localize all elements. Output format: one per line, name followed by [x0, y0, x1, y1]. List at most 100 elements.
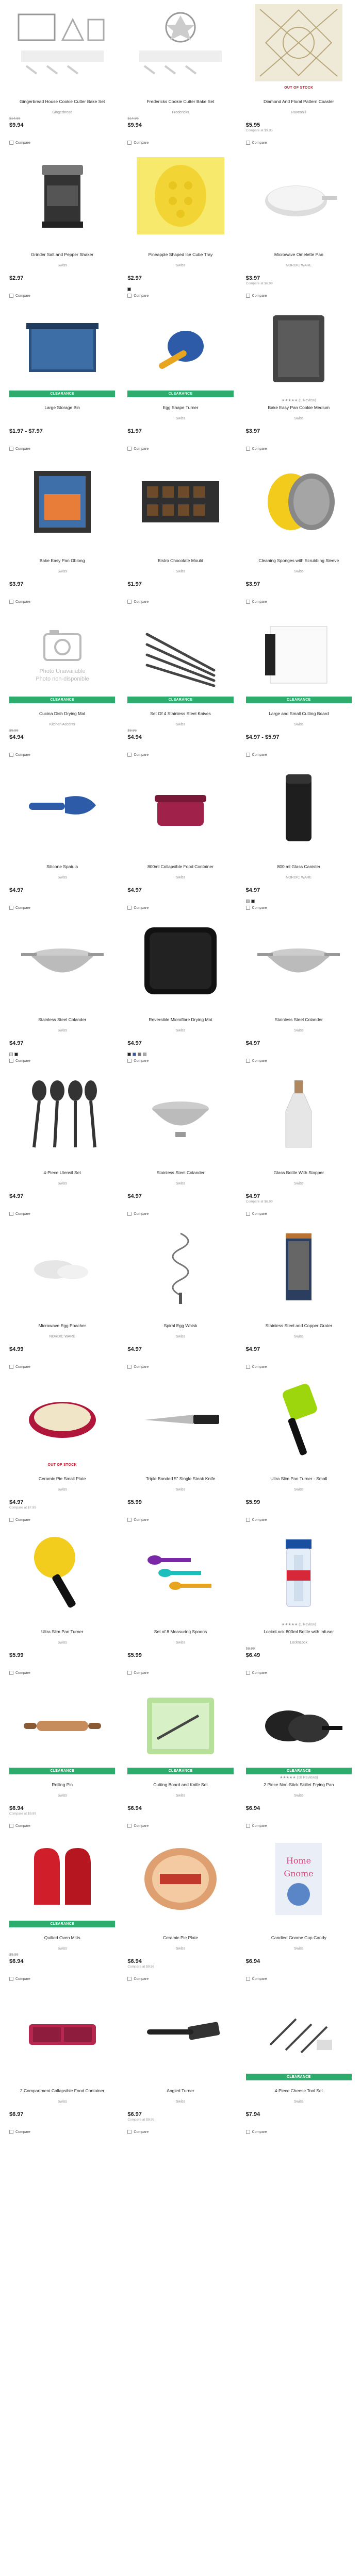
product-card[interactable]: CLEARANCE ★★★★★ (10 Reviews) 2 Piece Non-S… [245, 1683, 352, 1836]
checkbox-icon[interactable] [127, 1518, 132, 1522]
product-name[interactable]: Candied Gnome Cup Candy [246, 1935, 352, 1946]
checkbox-icon[interactable] [245, 906, 250, 910]
color-swatch[interactable] [127, 1053, 132, 1056]
product-name[interactable]: Bake Easy Pan Cookie Medium [246, 405, 352, 416]
product-image[interactable] [9, 2, 115, 83]
product-image[interactable] [246, 461, 352, 543]
compare-checkbox[interactable]: Compare [245, 1671, 352, 1675]
product-card[interactable]: ★★★★★ (1 Review) Bake Easy Pan Cookie Med… [245, 306, 352, 459]
checkbox-icon[interactable] [127, 600, 132, 604]
product-card[interactable]: OUT OF STOCK Diamond And Floral Pattern C… [245, 0, 352, 153]
product-image[interactable] [127, 461, 233, 543]
checkbox-icon[interactable] [245, 141, 250, 145]
product-card[interactable]: 800 ml Glass Canister NORDIC WARE $4.97 Com… [245, 765, 352, 918]
product-image[interactable] [246, 920, 352, 1002]
color-swatch[interactable] [251, 900, 255, 903]
product-card[interactable]: CLEARANCE Large Storage Bin $1.97 - $7.97 C… [9, 306, 116, 459]
product-name[interactable]: Ceramic Pie Small Plate [9, 1476, 115, 1487]
checkbox-icon[interactable] [9, 1365, 13, 1369]
checkbox-icon[interactable] [9, 1977, 13, 1981]
compare-checkbox[interactable]: Compare [9, 1059, 115, 1063]
compare-checkbox[interactable]: Compare [245, 1059, 352, 1063]
product-card[interactable]: Stainless Steel Colander Swiss $4.97 Compar… [245, 918, 352, 1071]
product-name[interactable]: Microwave Egg Poacher [9, 1323, 115, 1334]
product-image[interactable] [9, 1226, 115, 1308]
compare-checkbox[interactable]: Compare [245, 1824, 352, 1828]
product-card[interactable]: Microwave Egg Poacher NORDIC WARE $4.99 Com… [9, 1224, 115, 1377]
compare-checkbox[interactable]: Compare [127, 1824, 233, 1828]
product-card[interactable]: Triple Bonded 5" Single Steak Knife Swiss… [127, 1377, 233, 1530]
product-image[interactable] [127, 1991, 233, 2073]
product-card[interactable]: ★★★★★ (1 Review) LocknLock 800ml Bottle w… [245, 1530, 352, 1683]
product-card[interactable]: Bake Easy Pan Oblong Swiss $3.97 Compare [9, 459, 115, 612]
checkbox-icon[interactable] [127, 141, 132, 145]
product-name[interactable]: Ceramic Pie Plate [127, 1935, 233, 1946]
checkbox-icon[interactable] [127, 1212, 132, 1216]
color-swatch[interactable] [133, 1053, 137, 1056]
color-swatch[interactable] [143, 1053, 147, 1056]
checkbox-icon[interactable] [245, 1824, 250, 1828]
product-card[interactable]: Angled Turner Swiss $6.97 Compare at $9.99 C… [127, 1989, 233, 2142]
product-name[interactable]: 4-Piece Cheese Tool Set [246, 2088, 352, 2099]
product-card[interactable]: CLEARANCE 4-Piece Cheese Tool Set Swiss $7.… [245, 1989, 352, 2142]
product-image[interactable] [127, 767, 233, 849]
product-name[interactable]: Egg Shape Turner [127, 405, 233, 416]
product-image[interactable] [246, 308, 352, 389]
product-name[interactable]: Fredericks Cookie Cutter Bake Set [127, 99, 233, 110]
compare-checkbox[interactable]: Compare [9, 906, 115, 910]
checkbox-icon[interactable] [9, 753, 13, 757]
product-image[interactable] [9, 1532, 115, 1614]
product-card[interactable]: Glass Bottle With Stopper Swiss $4.97 Compa… [245, 1071, 352, 1224]
compare-checkbox[interactable]: Compare [127, 600, 233, 604]
product-card[interactable]: Stainless Steel Colander Swiss $4.97 Compar… [127, 1071, 233, 1224]
product-name[interactable]: 4-Piece Utensil Set [9, 1170, 115, 1181]
compare-checkbox[interactable]: Compare [245, 753, 352, 757]
checkbox-icon[interactable] [245, 753, 250, 757]
checkbox-icon[interactable] [9, 600, 13, 604]
product-name[interactable]: Stainless Steel Colander [127, 1170, 233, 1181]
product-card[interactable]: Ultra Slim Pan Turner - Small Swiss $5.99 C… [245, 1377, 352, 1530]
product-image[interactable] [127, 1379, 233, 1461]
checkbox-icon[interactable] [9, 1059, 13, 1063]
product-card[interactable]: Ceramic Pie Plate Swiss $6.94 Compare at $9… [127, 1836, 233, 1989]
compare-checkbox[interactable]: Compare [245, 141, 352, 145]
product-image[interactable] [246, 1532, 352, 1614]
product-card[interactable]: Stainless Steel Colander Swiss $4.97 Compar… [9, 918, 115, 1071]
product-name[interactable]: 800ml Collapsible Food Container [127, 864, 233, 875]
product-name[interactable]: Quilted Oven Mitts [9, 1935, 115, 1946]
compare-checkbox[interactable]: Compare [9, 1365, 115, 1369]
product-card[interactable]: Pineapple Shaped Ice Cube Tray Swiss $2.97… [127, 153, 233, 306]
product-card[interactable]: 2 Compartment Collapsible Food Container… [9, 1989, 115, 2142]
compare-checkbox[interactable]: Compare [127, 1671, 233, 1675]
product-name[interactable]: Pineapple Shaped Ice Cube Tray [127, 252, 233, 263]
checkbox-icon[interactable] [245, 1518, 250, 1522]
product-name[interactable]: Stainless Steel Colander [246, 1017, 352, 1028]
product-name[interactable]: Bake Easy Pan Oblong [9, 558, 115, 569]
product-image[interactable] [246, 767, 352, 849]
product-name[interactable]: Bistro Chocolate Mould [127, 558, 233, 569]
product-card[interactable]: OUT OF STOCK Ceramic Pie Small Plate Swiss… [9, 1377, 115, 1530]
product-card[interactable]: CLEARANCE Rolling Pin Swiss $6.94 Compare at… [9, 1683, 116, 1836]
product-name[interactable]: Cutting Board and Knife Set [127, 1782, 233, 1793]
product-card[interactable]: Bistro Chocolate Mould Swiss $1.97 Compare [127, 459, 233, 612]
checkbox-icon[interactable] [9, 1671, 13, 1675]
product-card[interactable]: Grinder Salt and Pepper Shaker Swiss $2.97… [9, 153, 115, 306]
product-image[interactable] [246, 1991, 352, 2073]
product-image[interactable] [246, 1685, 352, 1767]
product-card[interactable]: Reversible Microfibre Drying Mat Swiss $4.… [127, 918, 233, 1071]
color-swatch[interactable] [9, 1053, 13, 1056]
product-name[interactable]: Set of 8 Measuring Spoons [127, 1629, 233, 1640]
product-image[interactable] [127, 614, 233, 696]
compare-checkbox[interactable]: Compare [9, 1212, 115, 1216]
color-swatch[interactable] [127, 287, 132, 291]
checkbox-icon[interactable] [245, 294, 250, 298]
product-image[interactable] [127, 1838, 233, 1920]
compare-checkbox[interactable]: Compare [9, 600, 115, 604]
compare-checkbox[interactable]: Compare [9, 753, 115, 757]
compare-checkbox[interactable]: Compare [127, 1059, 233, 1063]
product-name[interactable]: Silicone Spatula [9, 864, 115, 875]
checkbox-icon[interactable] [245, 1212, 250, 1216]
product-name[interactable]: Set Of 4 Stainless Steel Knives [127, 711, 233, 722]
product-card[interactable]: Stainless Steel and Copper Grater Swiss $4… [245, 1224, 352, 1377]
product-name[interactable]: Microwave Omelette Pan [246, 252, 352, 263]
